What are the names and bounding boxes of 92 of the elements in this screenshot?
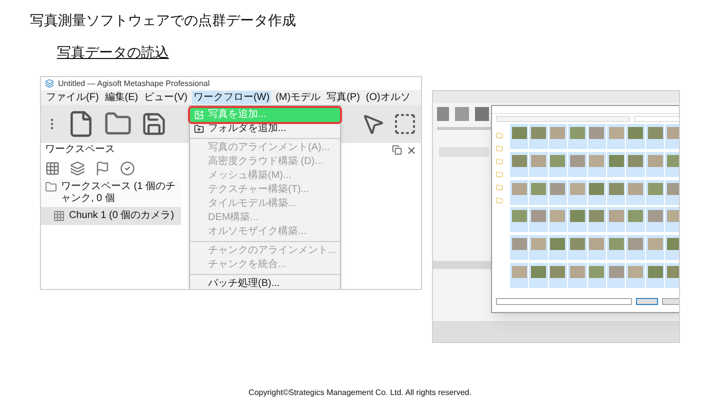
menu-item[interactable]: ビュー(V) [143,91,188,104]
photo-placeholder[interactable] [589,210,604,222]
photo-placeholder[interactable] [512,127,527,139]
photo-placeholder[interactable] [512,182,527,195]
photo-placeholder[interactable] [589,127,604,139]
photo-placeholder[interactable] [608,182,624,195]
folder-icon[interactable] [496,171,503,178]
add-photo-icon [194,110,204,120]
menu-item[interactable]: 写真(P) [326,91,361,104]
photo-placeholder[interactable] [608,210,624,222]
file-name-field[interactable] [496,298,632,304]
photo-placeholder[interactable] [628,238,644,250]
photo-placeholder[interactable] [570,266,585,278]
photo-placeholder[interactable] [667,238,679,250]
photo-placeholder[interactable] [530,238,546,250]
photo-placeholder[interactable] [608,127,624,139]
photo-placeholder[interactable] [648,182,663,195]
photo-placeholder[interactable] [628,127,644,139]
photo-placeholder[interactable] [589,182,604,195]
tree-item[interactable]: Chunk 1 (0 個のカメラ) [41,207,181,225]
tree-label: Chunk 1 (0 個のカメラ) [69,210,174,222]
address-bar[interactable] [496,116,630,122]
folder-icon[interactable] [496,184,503,191]
photo-placeholder[interactable] [608,238,624,250]
photo-placeholder[interactable] [648,210,663,222]
photo-placeholder[interactable] [589,154,604,167]
menu-item[interactable]: (O)オルソ [364,91,412,104]
tree-item[interactable]: ワークスペース (1 個のチャンク, 0 個 [41,179,181,207]
photo-placeholder[interactable] [648,154,663,167]
photo-placeholder[interactable] [667,182,679,195]
photo-placeholder[interactable] [530,210,546,222]
slide-subtitle: 写真データの読込 [56,43,169,62]
slide-title: 写真測量ソフトウェアでの点群データ作成 [29,11,297,30]
save-icon[interactable] [141,111,167,137]
window-title: Untitled — Agisoft Metashape Professional [58,80,210,88]
photo-placeholder[interactable] [589,266,604,278]
photo-placeholder[interactable] [667,266,679,278]
photo-placeholder[interactable] [608,154,624,167]
restore-icon[interactable] [392,145,402,155]
dialog-button[interactable] [636,298,658,304]
menu-item[interactable]: (M)モデル [274,91,322,104]
selection-icon[interactable] [392,112,417,136]
photo-placeholder[interactable] [608,266,624,278]
photo-placeholder[interactable] [550,182,566,195]
photo-placeholder[interactable] [648,238,663,250]
photo-placeholder[interactable] [648,127,663,139]
tree-label: ワークスペース (1 個のチャンク, 0 個 [61,181,176,205]
photo-placeholder[interactable] [530,127,546,139]
photo-placeholder[interactable] [530,182,546,195]
dialog-button[interactable] [662,298,679,304]
photo-placeholder[interactable] [628,154,644,167]
photo-placeholder[interactable] [512,154,527,167]
photo-placeholder[interactable] [570,154,585,167]
app-logo-icon [45,79,54,88]
folder-icon[interactable] [496,132,503,139]
photo-placeholder[interactable] [628,266,644,278]
photo-placeholder[interactable] [589,238,604,250]
photo-placeholder[interactable] [648,266,663,278]
check-icon[interactable] [120,160,135,176]
photo-placeholder[interactable] [628,210,644,222]
menu-item[interactable]: 編集(E) [104,91,140,104]
menu-item[interactable]: ファイル(F) [45,91,100,104]
copyright-footer: Copyright©Strategics Management Co. Ltd. All rights reserved. [0,387,720,405]
photo-placeholder[interactable] [512,266,527,278]
panel-title: ワークスペース [45,145,115,155]
photo-placeholder[interactable] [512,238,527,250]
folder-tree-icon [45,181,57,193]
menu-entry[interactable]: バッチ処理(B)... [190,277,340,289]
photo-placeholder[interactable] [550,154,566,167]
photo-placeholder[interactable] [550,238,566,250]
photo-placeholder[interactable] [570,127,585,139]
photo-placeholder[interactable] [530,154,546,167]
add-folder-icon [194,124,204,134]
layers-icon[interactable] [70,160,85,176]
search-field[interactable] [634,116,679,122]
folder-icon[interactable] [496,145,503,152]
photo-placeholder[interactable] [570,182,585,195]
photo-placeholder[interactable] [550,127,566,139]
photo-placeholder[interactable] [550,210,566,222]
photo-placeholder[interactable] [667,154,679,167]
close-icon[interactable] [406,144,417,156]
photo-placeholder[interactable] [550,266,566,278]
photo-placeholder[interactable] [512,210,527,222]
photo-placeholder[interactable] [530,266,546,278]
folder-icon[interactable] [496,158,503,165]
menu-item[interactable]: ワークフロー(W) [192,91,271,104]
photo-placeholder[interactable] [628,182,644,195]
folder-icon[interactable] [496,197,503,204]
photo-placeholder[interactable] [667,210,679,222]
flag-icon[interactable] [95,160,110,176]
photo-placeholder[interactable] [570,238,585,250]
photo-placeholder[interactable] [570,210,585,222]
